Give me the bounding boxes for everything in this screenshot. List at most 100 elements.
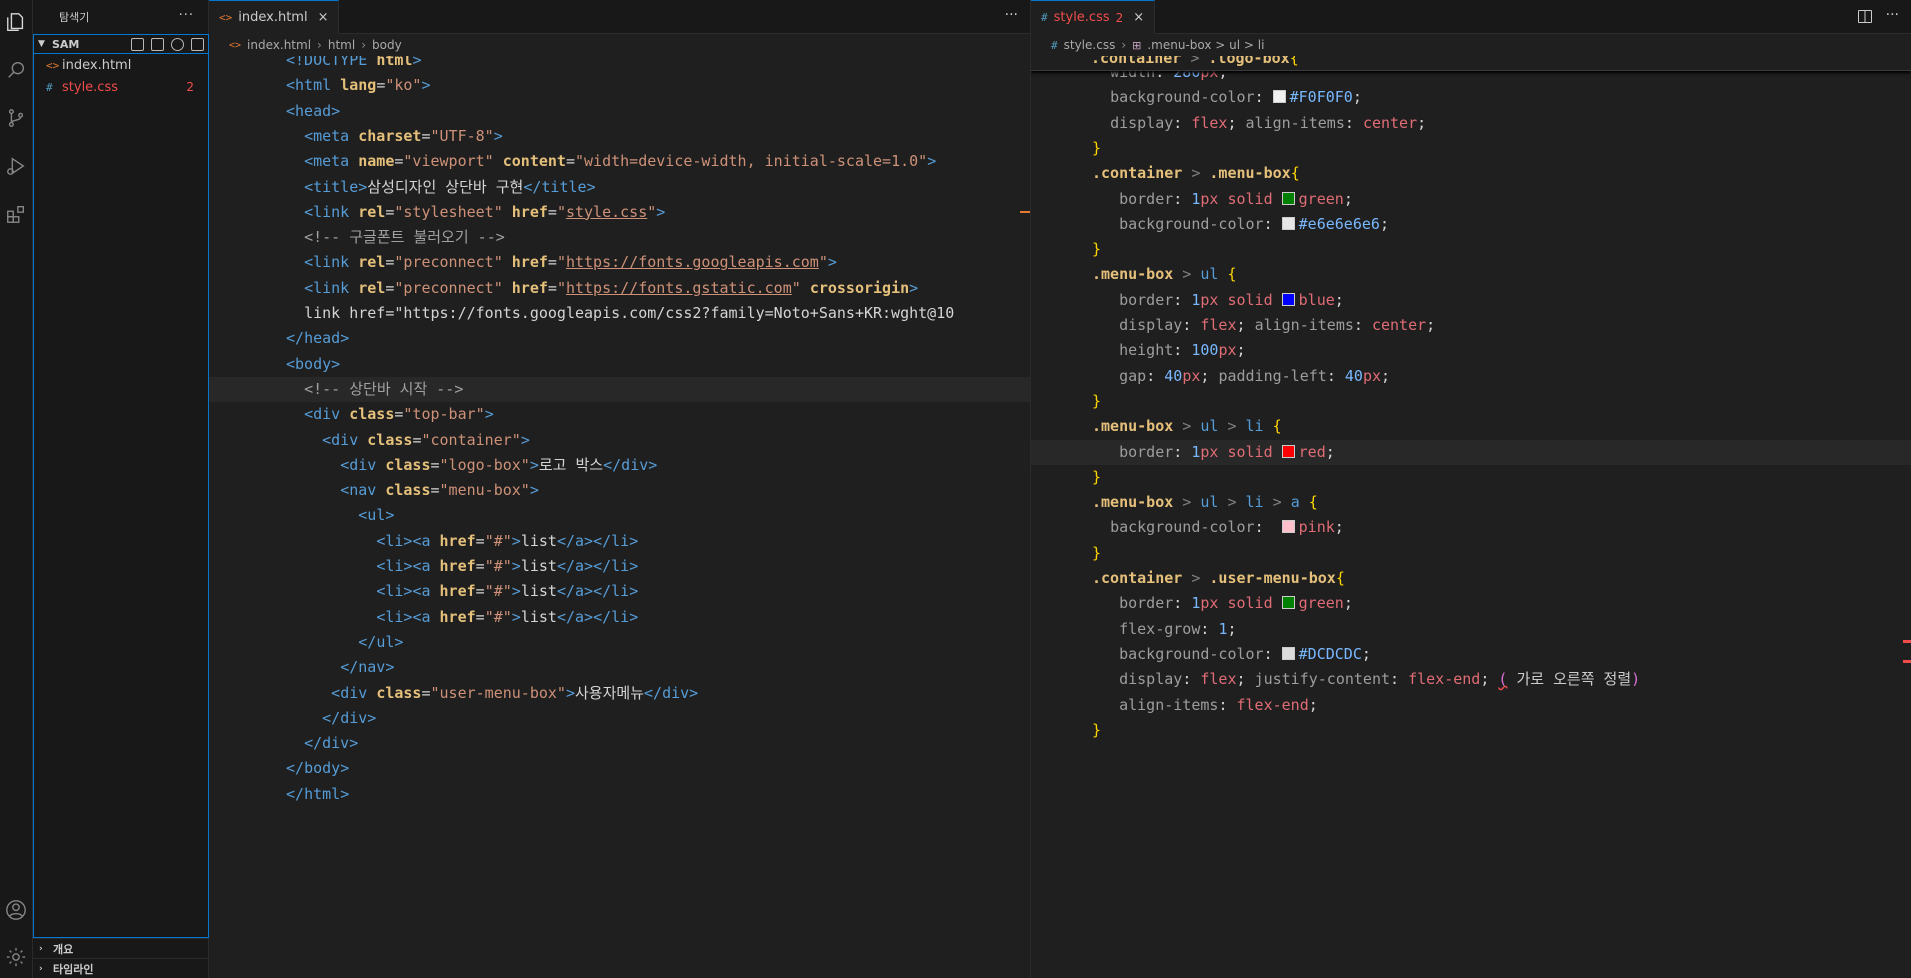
code-line[interactable]: <li><a href="#">list</a></li>	[209, 605, 1030, 630]
code-line[interactable]: link href="https://fonts.googleapis.com/…	[209, 301, 1030, 326]
code-line[interactable]: <nav class="menu-box">	[209, 478, 1030, 503]
breadcrumb-selector[interactable]: .menu-box > ul > li	[1147, 38, 1264, 52]
code-line[interactable]: <div class="container">	[209, 428, 1030, 453]
code-line[interactable]: }	[1031, 389, 1911, 414]
code-line[interactable]: </ul>	[209, 630, 1030, 655]
code-line[interactable]: <meta charset="UTF-8">	[209, 124, 1030, 149]
source-control-icon[interactable]	[4, 106, 28, 130]
color-swatch[interactable]	[1281, 444, 1295, 458]
code-line[interactable]: align-items: flex-end;	[1031, 693, 1911, 718]
code-line[interactable]: background-color: #F0F0F0;	[1031, 85, 1911, 110]
color-swatch[interactable]	[1281, 646, 1295, 660]
css-code-area[interactable]: .container > .logo-box{ width: 280px; ba…	[1031, 56, 1911, 978]
code-line[interactable]: background-color: pink;	[1031, 515, 1911, 540]
code-line[interactable]: }	[1031, 465, 1911, 490]
code-line[interactable]: display: flex; align-items: center;	[1031, 111, 1911, 136]
code-line[interactable]: }	[1031, 237, 1911, 262]
explorer-more-button[interactable]: ···	[179, 8, 194, 23]
code-line[interactable]: flex-grow: 1;	[1031, 617, 1911, 642]
code-line[interactable]: <ul>	[209, 503, 1030, 528]
folder-toolbar	[131, 35, 204, 53]
tab-style-css[interactable]: # style.css 2 ×	[1031, 0, 1156, 34]
split-editor-icon[interactable]	[1857, 10, 1872, 23]
workspace-folder[interactable]: ▼ SAM	[33, 34, 209, 54]
code-line[interactable]: .menu-box > ul {	[1031, 262, 1911, 287]
code-line[interactable]: }	[1031, 541, 1911, 566]
file-item-index-html[interactable]: <> index.html	[34, 54, 208, 76]
code-line[interactable]: border: 1px solid green;	[1031, 591, 1911, 616]
color-swatch[interactable]	[1281, 292, 1295, 306]
code-line[interactable]: <!DOCTYPE html>	[209, 56, 1030, 73]
code-line[interactable]: <li><a href="#">list</a></li>	[209, 554, 1030, 579]
code-line[interactable]: display: flex; align-items: center;	[1031, 313, 1911, 338]
new-folder-icon[interactable]	[151, 37, 164, 51]
close-icon[interactable]: ×	[1133, 10, 1144, 25]
code-line[interactable]: gap: 40px; padding-left: 40px;	[1031, 364, 1911, 389]
tab-bar: <> index.html × ···	[209, 0, 1030, 34]
collapse-all-icon[interactable]	[191, 37, 204, 51]
code-line[interactable]: <title>삼성디자인 상단바 구현</title>	[209, 175, 1030, 200]
color-swatch[interactable]	[1281, 191, 1295, 205]
color-swatch[interactable]	[1281, 520, 1295, 534]
new-file-icon[interactable]	[131, 37, 144, 51]
code-line[interactable]: <div class="top-bar">	[209, 402, 1030, 427]
code-line[interactable]: background-color: #e6e6e6e6;	[1031, 212, 1911, 237]
editor-actions: ···	[1857, 7, 1899, 23]
code-line[interactable]: <div class="user-menu-box">사용자메뉴</div>	[209, 681, 1030, 706]
html-code-area[interactable]: <!DOCTYPE html> <html lang="ko"> <head> <m…	[209, 56, 1030, 978]
code-line[interactable]: border: 1px solid red;	[1031, 439, 1911, 465]
code-line[interactable]: <link rel="preconnect" href="https://fon…	[209, 250, 1030, 275]
code-line[interactable]: height: 100px;	[1031, 338, 1911, 363]
extensions-icon[interactable]	[4, 202, 28, 226]
code-line[interactable]: <link rel="stylesheet" href="style.css">	[209, 200, 1030, 225]
breadcrumb-file[interactable]: style.css	[1064, 38, 1116, 52]
outline-section[interactable]: › 개요	[33, 938, 209, 958]
code-line[interactable]: </div>	[209, 731, 1030, 756]
code-line[interactable]: .container > .menu-box{	[1031, 161, 1911, 186]
settings-gear-icon[interactable]	[4, 945, 28, 969]
breadcrumb-element[interactable]: html	[328, 38, 355, 52]
code-line[interactable]: <!-- 상단바 시작 -->	[209, 376, 1030, 403]
code-line[interactable]: <div class="logo-box">로고 박스</div>	[209, 453, 1030, 478]
run-debug-icon[interactable]	[4, 154, 28, 178]
code-line[interactable]: border: 1px solid green;	[1031, 187, 1911, 212]
code-line[interactable]: <li><a href="#">list</a></li>	[209, 579, 1030, 604]
timeline-section[interactable]: › 타임라인	[33, 958, 209, 978]
close-icon[interactable]: ×	[318, 10, 329, 25]
error-scroll-marker	[1903, 660, 1911, 663]
code-line[interactable]: <body>	[209, 352, 1030, 377]
code-line[interactable]: }	[1031, 718, 1911, 743]
code-line[interactable]: </nav>	[209, 655, 1030, 680]
breadcrumb-element[interactable]: body	[372, 38, 402, 52]
code-line[interactable]: </div>	[209, 706, 1030, 731]
code-line[interactable]: }	[1031, 136, 1911, 161]
sticky-scroll-header[interactable]: .container > .logo-box{	[1031, 56, 1911, 71]
explorer-icon[interactable]	[4, 10, 28, 34]
code-line[interactable]: </html>	[209, 782, 1030, 807]
code-line[interactable]: display: flex; justify-content: flex-end…	[1031, 667, 1911, 692]
code-line[interactable]: <link rel="preconnect" href="https://fon…	[209, 276, 1030, 301]
file-item-style-css[interactable]: # style.css 2	[34, 76, 208, 98]
search-icon[interactable]	[4, 58, 28, 82]
code-line[interactable]: .menu-box > ul > li {	[1031, 414, 1911, 439]
code-line[interactable]: <html lang="ko">	[209, 73, 1030, 98]
refresh-icon[interactable]	[171, 37, 184, 51]
code-line[interactable]: .container > .user-menu-box{	[1031, 566, 1911, 591]
code-line[interactable]: border: 1px solid blue;	[1031, 288, 1911, 313]
code-line[interactable]: </body>	[209, 756, 1030, 781]
code-line[interactable]: <li><a href="#">list</a></li>	[209, 529, 1030, 554]
more-actions-icon[interactable]: ···	[1886, 7, 1899, 23]
code-line[interactable]: .menu-box > ul > li > a {	[1031, 490, 1911, 515]
tab-index-html[interactable]: <> index.html ×	[209, 0, 340, 34]
code-line[interactable]: <meta name="viewport" content="width=dev…	[209, 149, 1030, 174]
color-swatch[interactable]	[1281, 216, 1295, 230]
color-swatch[interactable]	[1281, 596, 1295, 610]
color-swatch[interactable]	[1272, 90, 1286, 104]
breadcrumb-file[interactable]: index.html	[247, 38, 311, 52]
code-line[interactable]: background-color: #DCDCDC;	[1031, 642, 1911, 667]
code-line[interactable]: <!-- 구글폰트 불러오기 -->	[209, 225, 1030, 250]
code-line[interactable]: <head>	[209, 99, 1030, 124]
code-line[interactable]: </head>	[209, 326, 1030, 351]
account-icon[interactable]	[4, 898, 28, 922]
more-actions-icon[interactable]: ···	[1005, 7, 1018, 23]
